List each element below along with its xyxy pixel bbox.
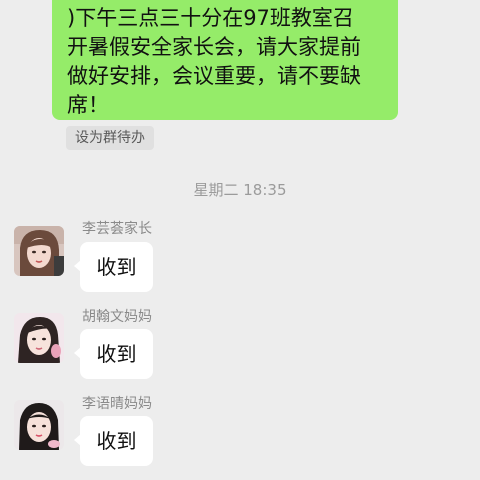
- sent-message-bubble[interactable]: )下午三点三十分在97班教室召 开暑假安全家长会，请大家提前 做好安排，会议重要…: [52, 0, 398, 120]
- received-message-bubble[interactable]: 收到: [74, 242, 153, 292]
- message-line: 席！: [67, 93, 109, 117]
- avatar-portrait-icon: [14, 400, 64, 450]
- avatar-portrait-icon: [14, 226, 64, 276]
- received-message-bubble[interactable]: 收到: [74, 329, 153, 379]
- message-line: )下午三点三十分在97班教室召: [67, 6, 354, 30]
- sender-name: 胡翰文妈妈: [82, 309, 152, 325]
- avatar-portrait-icon: [14, 313, 64, 363]
- avatar[interactable]: [14, 400, 64, 450]
- message-line: 做好安排，会议重要，请不要缺: [67, 64, 361, 88]
- message-timestamp: 星期二 18:35: [193, 181, 287, 199]
- avatar[interactable]: [14, 313, 64, 363]
- chat-view: )下午三点三十分在97班教室召 开暑假安全家长会，请大家提前 做好安排，会议重要…: [0, 0, 480, 480]
- set-group-todo-button[interactable]: 设为群待办: [66, 126, 154, 150]
- sender-name: 李语晴妈妈: [82, 396, 152, 412]
- avatar[interactable]: [14, 226, 64, 276]
- sender-name: 李芸荟家长: [82, 221, 152, 237]
- message-line: 开暑假安全家长会，请大家提前: [67, 35, 361, 59]
- received-message-bubble[interactable]: 收到: [74, 416, 153, 466]
